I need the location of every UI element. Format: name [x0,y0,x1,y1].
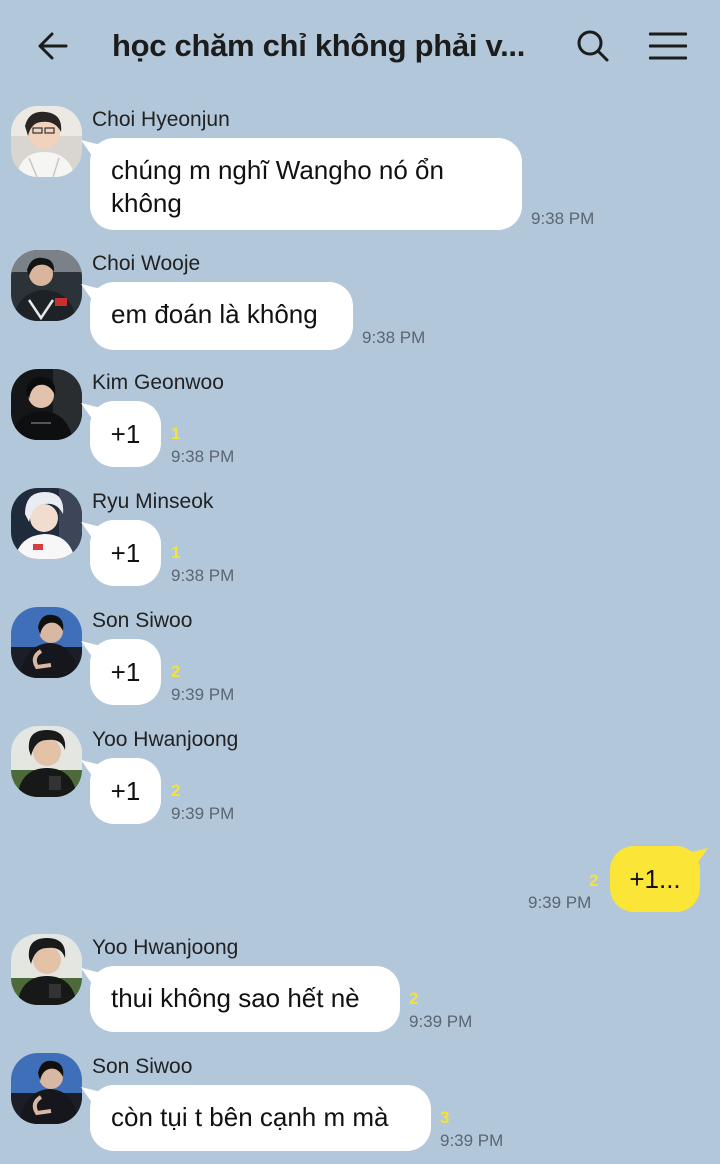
message-bubble[interactable]: +1 [90,401,161,467]
message-bubble[interactable]: +1... [610,846,700,912]
message-text: em đoán là không [111,299,318,329]
message-bubble[interactable]: +1 [90,639,161,705]
message-text: +1 [110,657,141,687]
avatar[interactable] [11,726,82,797]
message-time: 9:39 PM [409,1012,473,1031]
message-bubble[interactable]: em đoán là không [90,282,353,350]
message-row-outgoing: +1... 2 9:39 PM [0,846,720,916]
unread-count: 2 [171,781,181,800]
message-text: +1 [110,419,141,449]
unread-count: 2 [409,989,419,1008]
message-bubble[interactable]: +1 [90,520,161,586]
message-row: Yoo Hwanjoong thui không sao hết nè 2 9:… [0,934,720,1034]
arrow-left-icon [38,32,68,60]
avatar[interactable] [11,250,82,321]
message-text: còn tụi t bên cạnh m mà [111,1102,389,1132]
message-text: +1... [629,864,681,894]
message-row: Ryu Minseok +1 1 9:38 PM [0,488,720,588]
back-button[interactable] [30,26,76,66]
message-row: Son Siwoo +1 2 9:39 PM [0,607,720,707]
avatar[interactable] [11,106,82,177]
message-text: +1 [110,776,141,806]
message-bubble[interactable]: còn tụi t bên cạnh m mà [90,1085,431,1151]
message-time: 9:38 PM [362,328,426,347]
message-time: 9:39 PM [440,1131,504,1150]
menu-button[interactable] [644,26,692,66]
message-time: 9:39 PM [171,804,235,823]
sender-name: Son Siwoo [92,609,193,632]
sender-name: Yoo Hwanjoong [92,936,239,959]
sender-name: Choi Wooje [92,252,201,275]
chat-header: học chăm chỉ không phải v... [0,0,720,92]
avatar[interactable] [11,607,82,678]
message-time: 9:39 PM [171,685,235,704]
sender-name: Kim Geonwoo [92,371,224,394]
message-bubble[interactable]: chúng m nghĩ Wangho nó ổn không [90,138,522,230]
message-row: Kim Geonwoo +1 1 9:38 PM [0,369,720,469]
message-row: Son Siwoo còn tụi t bên cạnh m mà 3 9:39… [0,1053,720,1153]
search-button[interactable] [570,26,616,66]
unread-count: 2 [171,662,181,681]
avatar[interactable] [11,1053,82,1124]
message-time: 9:38 PM [171,447,235,466]
sender-name: Choi Hyeonjun [92,108,230,131]
message-bubble[interactable]: thui không sao hết nè [90,966,400,1032]
avatar[interactable] [11,488,82,559]
message-text: +1 [110,538,141,568]
sender-name: Ryu Minseok [92,490,214,513]
message-row: Yoo Hwanjoong +1 2 9:39 PM [0,726,720,826]
message-row: Choi Wooje em đoán là không 9:38 PM [0,250,720,350]
message-text: chúng m nghĩ Wangho nó ổn không [111,155,444,218]
unread-count: 1 [171,424,181,443]
message-text: thui không sao hết nè [111,983,360,1013]
hamburger-menu-icon [649,32,687,60]
unread-count: 1 [171,543,181,562]
sender-name: Son Siwoo [92,1055,193,1078]
message-row: Choi Hyeonjun chúng m nghĩ Wangho nó ổn … [0,106,720,231]
message-time: 9:38 PM [531,209,595,228]
unread-count: 2 [589,871,599,890]
avatar[interactable] [11,369,82,440]
message-bubble[interactable]: +1 [90,758,161,824]
chat-title: học chăm chỉ không phải v... [112,28,526,63]
avatar[interactable] [11,934,82,1005]
message-time: 9:39 PM [528,893,592,912]
message-time: 9:38 PM [171,566,235,585]
search-icon [577,30,609,62]
unread-count: 3 [440,1108,450,1127]
sender-name: Yoo Hwanjoong [92,728,239,751]
